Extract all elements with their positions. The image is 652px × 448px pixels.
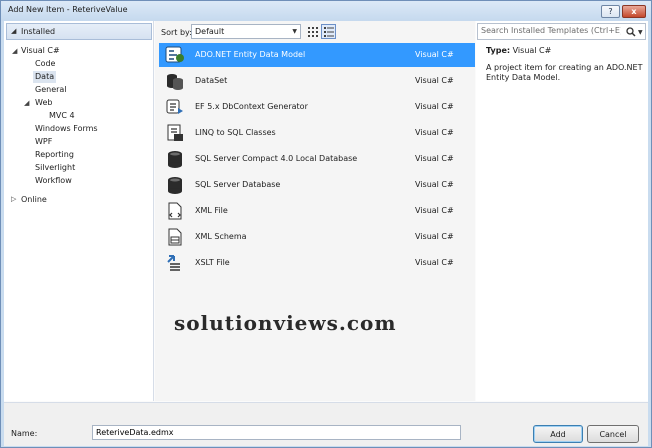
installed-label: Installed xyxy=(21,27,56,36)
type-value: Visual C# xyxy=(512,46,552,55)
sort-label: Sort by: xyxy=(161,28,192,37)
dbcontext-generator-icon xyxy=(166,99,183,114)
tree-item-data[interactable]: Data xyxy=(33,71,57,83)
sort-value: Default xyxy=(195,27,225,36)
template-item-dataset[interactable]: DataSet Visual C# xyxy=(159,69,475,93)
dialog-body: ◢ Installed ◢ Visual C# Code Data Genera… xyxy=(4,21,648,446)
template-name: ADO.NET Entity Data Model xyxy=(195,50,306,59)
bottom-bar: Name: Add Cancel xyxy=(4,402,648,446)
expand-arrow-icon[interactable]: ◢ xyxy=(12,47,17,55)
tree-item-web[interactable]: Web xyxy=(35,97,52,109)
entity-model-icon xyxy=(165,46,184,63)
add-new-item-dialog: Add New Item - ReteriveValue ? x ◢ Insta… xyxy=(0,0,652,448)
list-view-icon xyxy=(324,27,334,37)
chevron-down-icon: ▼ xyxy=(292,28,297,35)
xml-file-icon xyxy=(168,202,182,220)
tree-item-code[interactable]: Code xyxy=(35,58,55,70)
template-item-xslt-file[interactable]: XSLT File Visual C# xyxy=(159,251,475,275)
add-button[interactable]: Add xyxy=(533,425,583,443)
tree-item-visual-csharp[interactable]: Visual C# xyxy=(21,45,60,57)
window-title: Add New Item - ReteriveValue xyxy=(8,5,128,14)
linq-to-sql-icon xyxy=(167,124,183,141)
template-language: Visual C# xyxy=(415,206,454,215)
tree-item-wpf[interactable]: WPF xyxy=(35,136,52,148)
template-item-xml-schema[interactable]: XML Schema Visual C# xyxy=(159,225,475,249)
template-name: XSLT File xyxy=(195,258,230,267)
template-name: EF 5.x DbContext Generator xyxy=(195,102,308,111)
template-language: Visual C# xyxy=(415,232,454,241)
template-language: Visual C# xyxy=(415,180,454,189)
tree-item-silverlight[interactable]: Silverlight xyxy=(35,162,75,174)
sort-dropdown[interactable]: Default ▼ xyxy=(191,24,301,39)
help-button[interactable]: ? xyxy=(601,5,620,18)
cancel-button[interactable]: Cancel xyxy=(587,425,639,443)
category-tree-pane: ◢ Installed ◢ Visual C# Code Data Genera… xyxy=(4,21,154,401)
search-icon[interactable] xyxy=(626,27,636,37)
template-name: SQL Server Compact 4.0 Local Database xyxy=(195,154,358,163)
template-item-sql-server-database[interactable]: SQL Server Database Visual C# xyxy=(159,173,475,197)
tree-item-online[interactable]: Online xyxy=(21,194,47,206)
tree-item-windows-forms[interactable]: Windows Forms xyxy=(35,123,98,135)
search-input[interactable] xyxy=(481,26,621,35)
tree-item-mvc4[interactable]: MVC 4 xyxy=(49,110,75,122)
xslt-file-icon xyxy=(167,255,180,271)
collapsed-arrow-icon[interactable]: ▷ xyxy=(11,195,16,203)
type-line: Type: Visual C# xyxy=(486,46,551,55)
template-language: Visual C# xyxy=(415,102,454,111)
list-view-button[interactable] xyxy=(321,24,336,39)
template-name: LINQ to SQL Classes xyxy=(195,128,276,137)
grid-view-icon xyxy=(308,27,318,37)
template-list-pane: Sort by: Default ▼ ADO.NET Entity Data M… xyxy=(155,21,475,401)
chevron-down-icon[interactable]: ▼ xyxy=(638,29,643,36)
template-description: A project item for creating an ADO.NET E… xyxy=(486,63,643,82)
template-item-sql-compact-local-db[interactable]: SQL Server Compact 4.0 Local Database Vi… xyxy=(159,147,475,171)
template-name: XML Schema xyxy=(195,232,247,241)
template-language: Visual C# xyxy=(415,154,454,163)
watermark-text: solutionviews.com xyxy=(174,311,397,335)
tree-item-workflow[interactable]: Workflow xyxy=(35,175,72,187)
xml-schema-icon xyxy=(168,228,182,246)
database-icon xyxy=(168,151,182,168)
sort-toolbar: Sort by: Default ▼ xyxy=(155,21,475,43)
expand-arrow-icon[interactable]: ◢ xyxy=(24,99,29,107)
dataset-icon xyxy=(167,74,183,90)
template-item-linq-to-sql-classes[interactable]: LINQ to SQL Classes Visual C# xyxy=(159,121,475,145)
name-label: Name: xyxy=(11,429,38,438)
database-icon xyxy=(168,177,182,194)
name-field[interactable] xyxy=(92,425,461,440)
tree-item-general[interactable]: General xyxy=(35,84,67,96)
template-language: Visual C# xyxy=(415,76,454,85)
title-bar[interactable]: Add New Item - ReteriveValue ? x xyxy=(1,1,651,21)
template-name: SQL Server Database xyxy=(195,180,281,189)
tree-item-reporting[interactable]: Reporting xyxy=(35,149,74,161)
template-language: Visual C# xyxy=(415,50,454,59)
template-search-box[interactable]: ▼ xyxy=(477,23,646,40)
template-item-xml-file[interactable]: XML File Visual C# xyxy=(159,199,475,223)
template-language: Visual C# xyxy=(415,258,454,267)
collapse-arrow-icon[interactable]: ◢ xyxy=(11,27,16,35)
type-label: Type: xyxy=(486,46,511,55)
close-button[interactable]: x xyxy=(622,5,646,18)
grid-view-button[interactable] xyxy=(305,24,320,39)
details-pane: ▼ Type: Visual C# A project item for cre… xyxy=(476,21,648,401)
template-item-ef5-dbcontext-generator[interactable]: EF 5.x DbContext Generator Visual C# xyxy=(159,95,475,119)
template-name: DataSet xyxy=(195,76,228,85)
template-name: XML File xyxy=(195,206,228,215)
template-language: Visual C# xyxy=(415,128,454,137)
template-item-ado-net-entity-data-model[interactable]: ADO.NET Entity Data Model Visual C# xyxy=(159,43,475,67)
installed-header[interactable]: ◢ Installed xyxy=(6,23,152,40)
